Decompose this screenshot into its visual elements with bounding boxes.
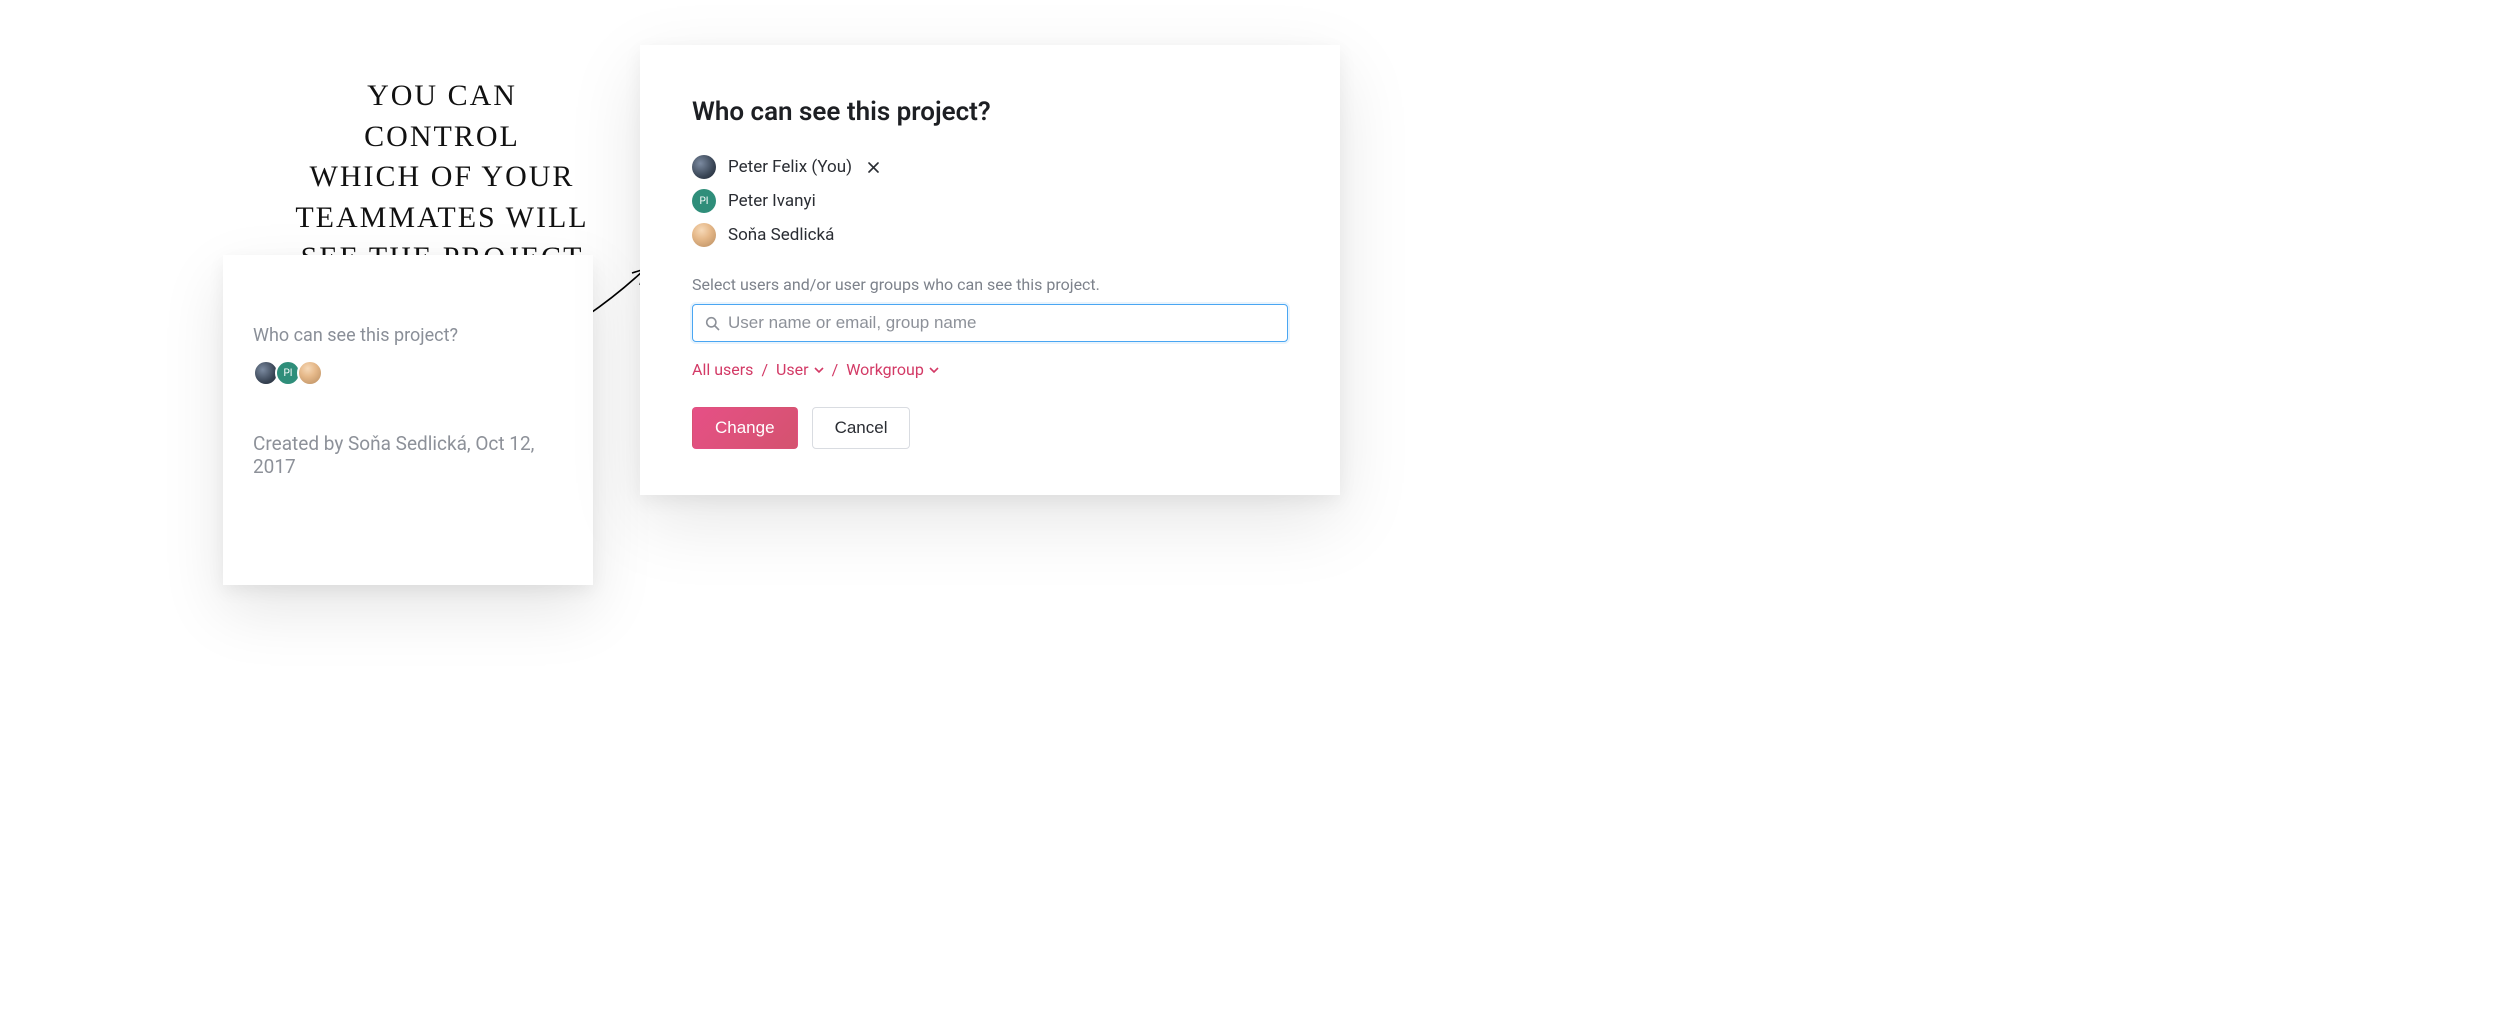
- member-label: Soňa Sedlická: [728, 225, 834, 245]
- filter-all-users[interactable]: All users: [692, 360, 753, 379]
- avatar: [692, 223, 716, 247]
- remove-member-button[interactable]: [864, 158, 882, 176]
- user-search-input[interactable]: [728, 313, 1275, 333]
- separator: /: [832, 360, 839, 379]
- filter-user-label: User: [776, 360, 809, 379]
- cancel-button[interactable]: Cancel: [812, 407, 911, 449]
- change-button[interactable]: Change: [692, 407, 798, 449]
- project-visibility-summary-card: Who can see this project? PI Created by …: [223, 255, 593, 585]
- annotation-text: You can control which of your teammates …: [292, 76, 592, 279]
- created-by-text: Created by Soňa Sedlická, Oct 12, 2017: [253, 432, 563, 478]
- dialog-actions: Change Cancel: [692, 407, 1288, 449]
- filter-workgroup-label: Workgroup: [846, 360, 924, 379]
- summary-question: Who can see this project?: [253, 325, 563, 346]
- avatar: [692, 155, 716, 179]
- chevron-down-icon: [929, 365, 939, 375]
- close-icon: [868, 162, 879, 173]
- member-row: Peter Felix (You): [692, 155, 1288, 179]
- separator: /: [761, 360, 768, 379]
- member-row: PI Peter Ivanyi: [692, 189, 1288, 213]
- avatar: [297, 360, 323, 386]
- member-list: Peter Felix (You) PI Peter Ivanyi Soňa S…: [692, 155, 1288, 247]
- filter-user-dropdown[interactable]: User: [776, 360, 824, 379]
- user-search-field[interactable]: [692, 304, 1288, 342]
- summary-avatar-row: PI: [253, 360, 563, 386]
- avatar: PI: [692, 189, 716, 213]
- helper-text: Select users and/or user groups who can …: [692, 275, 1288, 294]
- member-label: Peter Ivanyi: [728, 191, 816, 211]
- member-row: Soňa Sedlická: [692, 223, 1288, 247]
- filter-workgroup-dropdown[interactable]: Workgroup: [846, 360, 939, 379]
- visibility-dialog: Who can see this project? Peter Felix (Y…: [640, 45, 1340, 495]
- search-icon: [705, 316, 720, 331]
- member-label: Peter Felix (You): [728, 157, 852, 177]
- dialog-title: Who can see this project?: [692, 97, 1288, 127]
- filter-row: All users / User / Workgroup: [692, 360, 1288, 379]
- chevron-down-icon: [814, 365, 824, 375]
